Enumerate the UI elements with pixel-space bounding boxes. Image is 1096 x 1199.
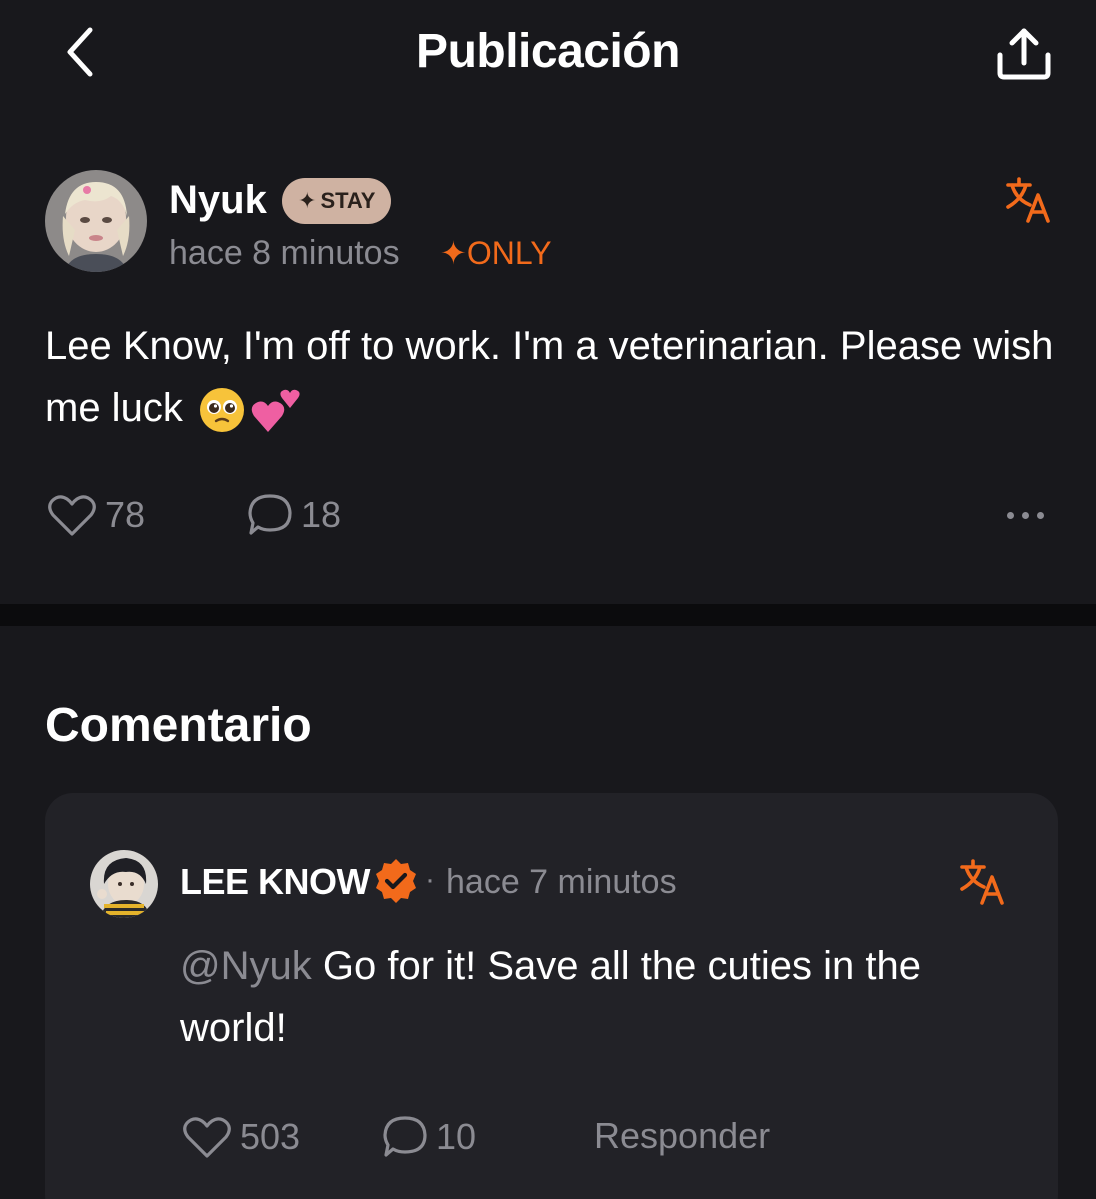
translate-icon [1006,177,1050,223]
reply-button[interactable]: Responder [594,1115,770,1157]
fan-badge: ✦ STAY [282,178,392,224]
section-divider [0,604,1096,626]
mention-link[interactable]: @Nyuk [180,944,312,988]
comment-reply-count: 10 [436,1116,477,1157]
translate-button[interactable] [1003,174,1055,226]
comment-reply-count-button[interactable]: 10 [382,1115,476,1159]
post-body: Lee Know, I'm off to work. I'm a veterin… [45,324,1054,430]
two-hearts-icon [251,390,300,433]
comment-button[interactable]: 18 [247,493,341,537]
more-icon[interactable] [990,495,1060,535]
heart-icon [183,1117,231,1158]
visibility-text: ONLY [466,235,552,271]
separator-dot: · [425,863,435,896]
post: Nyuk ✦ STAY hace 8 minutos ✦ONLY Lee Kno… [0,110,1096,604]
verified-icon [376,859,416,903]
comment-count: 18 [301,494,342,535]
post-time: hace 8 minutos [169,234,400,272]
translate-icon [960,859,1004,905]
sparkle-icon: ✦ [440,235,467,271]
avatar[interactable] [90,850,158,918]
comment-author[interactable]: LEE KNOW [180,861,371,903]
like-button[interactable]: 78 [47,493,145,537]
pleading-face-icon [199,388,244,433]
comment-like-count: 503 [240,1116,301,1157]
page-title: Publicación [416,25,680,78]
post-text: Lee Know, I'm off to work. I'm a veterin… [45,315,1055,439]
comment-icon [248,494,292,535]
badge-label: STAY [320,188,376,213]
share-icon [997,28,1051,80]
heart-icon [48,495,96,536]
translate-button[interactable] [957,856,1009,908]
like-count: 78 [105,494,146,535]
comment-icon [383,1116,427,1157]
comment-like-button[interactable]: 503 [182,1115,300,1159]
author-name[interactable]: Nyuk [169,178,267,223]
top-bar: Publicación [0,0,1096,110]
share-button[interactable] [988,22,1060,86]
comment-text: @Nyuk Go for it! Save all the cuties in … [180,935,1020,1059]
comment-time: hace 7 minutos [446,863,677,901]
comments-heading: Comentario [45,699,312,752]
sparkle-icon: ✦ [298,188,317,213]
avatar[interactable] [45,170,147,272]
comment-card: LEE KNOW · hace 7 minutos @Nyuk Go for i… [45,793,1058,1199]
visibility-label: ✦ONLY [440,234,552,272]
